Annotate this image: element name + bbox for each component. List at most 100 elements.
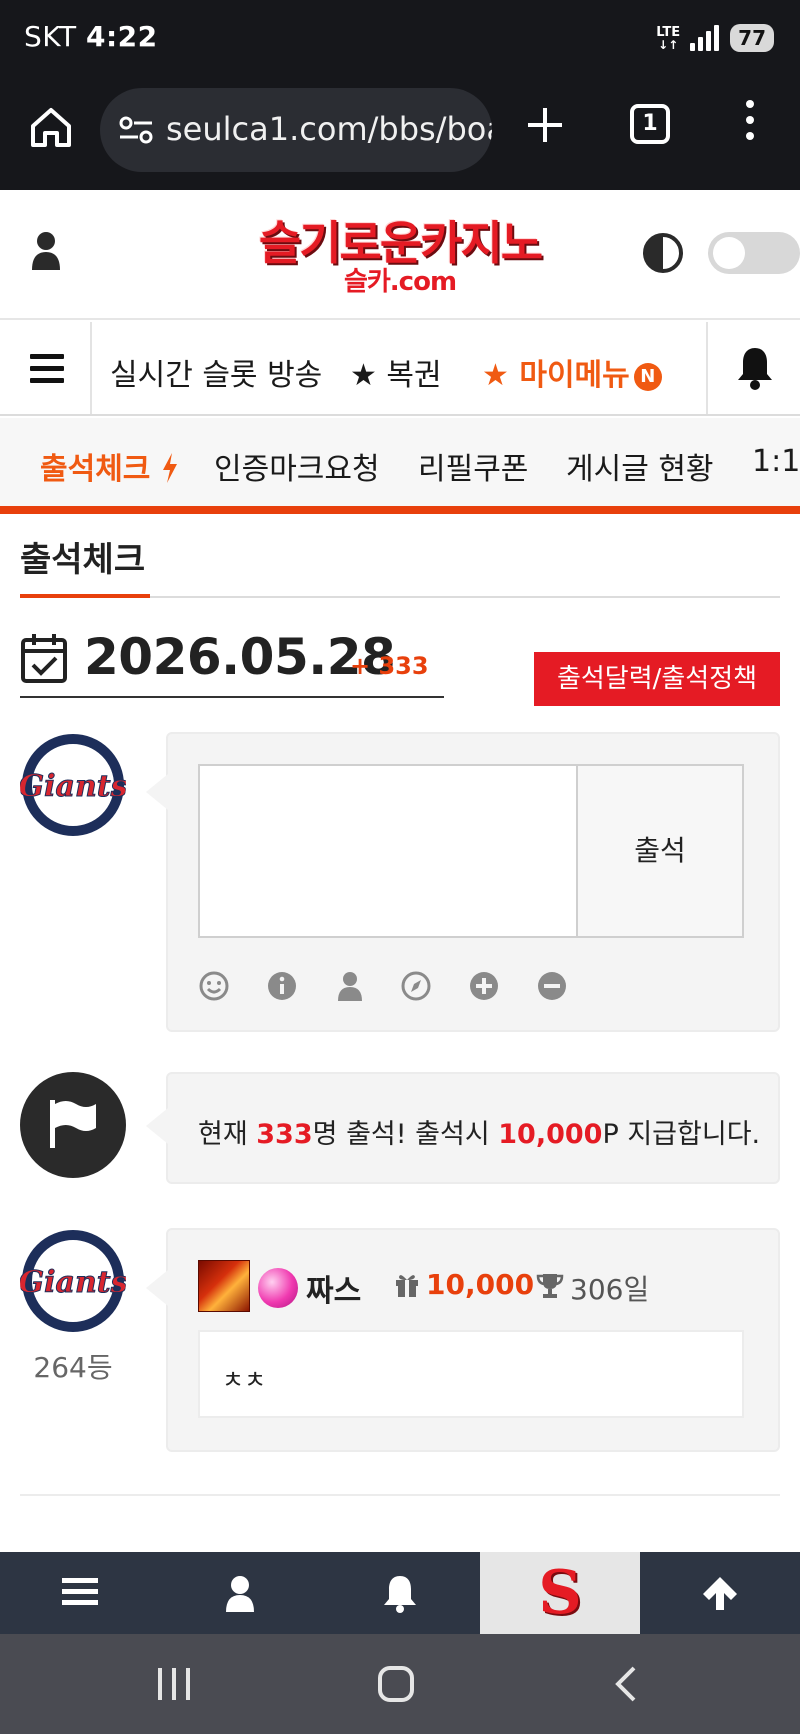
network-label: LTE (656, 24, 681, 40)
comment-points: 10,000 (426, 1268, 535, 1301)
notice-count: 333 (256, 1119, 313, 1150)
attendance-policy-button[interactable]: 출석달력/출석정책 (534, 652, 780, 706)
tab-switcher-button[interactable]: 1 (630, 104, 670, 144)
attendance-date: 2026.05.28 (84, 628, 396, 686)
main-nav-items: 실시간 슬롯 방송 ★ 복권 ★ 마이메뉴 N (92, 322, 706, 414)
subnav-item-cert-mark[interactable]: 인증마크요청 (214, 444, 380, 488)
minus-circle-icon[interactable] (536, 970, 568, 1002)
bubble-tail (146, 1108, 168, 1144)
flag-icon (50, 1100, 96, 1148)
divider (20, 1494, 780, 1496)
bottom-toolbar: S (0, 1552, 800, 1634)
notice-prefix: 현재 (198, 1119, 257, 1150)
nav-item-my-menu[interactable]: ★ 마이메뉴 N (482, 350, 662, 394)
subnav-item-attendance[interactable]: 출석체크 (40, 444, 179, 488)
status-carrier-time: SKT 4:22 (24, 20, 158, 53)
site-settings-icon[interactable] (118, 114, 154, 146)
clock: 4:22 (85, 20, 158, 53)
bottom-menu-button[interactable] (0, 1552, 160, 1634)
notice-mid: 명 출석! 출석시 (312, 1119, 499, 1150)
sub-nav: 출석체크 인증마크요청 리필쿠폰 게시글 현황 1:1 (0, 418, 800, 510)
notice-text: 현재 333명 출석! 출석시 10,000P 지급합니다. (198, 1112, 760, 1151)
system-home-button[interactable] (378, 1666, 414, 1702)
gift-icon (396, 1275, 418, 1297)
compass-icon[interactable] (400, 970, 432, 1002)
page-title: 출석체크 (20, 540, 146, 580)
arrow-up-icon (703, 1577, 737, 1610)
recents-button[interactable] (158, 1668, 190, 1700)
nav-item-my-menu-label: ★ 마이메뉴 (482, 358, 630, 393)
menu-button[interactable] (0, 322, 92, 414)
site-header: 슬기로운카지노 슬카.com (0, 190, 800, 320)
address-bar[interactable]: seulca1.com/bbs/board.php (100, 88, 492, 172)
attendance-notice: 현재 333명 출석! 출석시 10,000P 지급합니다. (146, 1072, 780, 1184)
svg-text:Giants: Giants (20, 1265, 126, 1300)
logo-main-text: 슬기로운카지노 (258, 216, 543, 270)
notice-avatar (20, 1072, 126, 1178)
lightning-icon (162, 453, 177, 483)
giants-logo-icon: Giants (20, 1230, 126, 1332)
nav-item-live-slot[interactable]: 실시간 슬롯 방송 (110, 350, 322, 394)
back-icon[interactable] (606, 1664, 646, 1704)
notice-suffix: P 지급합니다. (602, 1119, 761, 1150)
form-toolbar (198, 970, 566, 1004)
smile-icon[interactable] (198, 970, 230, 1002)
rank-label: 264등 (33, 1351, 113, 1384)
home-icon (31, 108, 71, 147)
bottom-user-button[interactable] (160, 1552, 320, 1634)
attendance-form: 출석 (146, 732, 780, 1032)
url-text[interactable]: seulca1.com/bbs/board.php (166, 110, 492, 148)
date-row: 2026.05.28 + 333 (20, 626, 444, 698)
notification-button[interactable] (706, 322, 800, 414)
user-icon (226, 1576, 254, 1612)
new-tab-button[interactable] (524, 104, 566, 146)
plus-circle-icon[interactable] (468, 970, 500, 1002)
status-bar: SKT 4:22 LTE ↓↑ 77 (0, 0, 800, 76)
logo-sub-text: 슬카.com (343, 267, 457, 297)
notice-points: 10,000 (498, 1119, 603, 1150)
attend-submit-button[interactable]: 출석 (576, 764, 744, 938)
lte-icon: LTE ↓↑ (656, 24, 681, 52)
comment-text: ㅊㅊ (222, 1366, 267, 1394)
calendar-check-icon (21, 634, 67, 683)
site-logo[interactable]: 슬기로운카지노 슬카.com (248, 218, 552, 296)
subnav-item-refill-coupon[interactable]: 리필쿠폰 (418, 444, 528, 488)
plus-icon (528, 108, 562, 142)
contrast-icon[interactable] (642, 232, 684, 274)
carrier-label: SKT (24, 20, 77, 53)
more-options-icon[interactable] (744, 100, 756, 150)
scroll-top-button[interactable] (640, 1552, 800, 1634)
level-icon (198, 1260, 250, 1312)
avatar: Giants (20, 732, 126, 838)
new-badge: N (633, 362, 662, 391)
avatar: Giants (20, 1228, 126, 1334)
s-logo-icon: S (538, 1558, 582, 1628)
giants-logo-icon: Giants (20, 734, 126, 836)
subnav-item-one-on-one[interactable]: 1:1 (752, 444, 800, 479)
status-indicators: LTE ↓↑ 77 (656, 22, 774, 54)
dark-mode-toggle[interactable] (708, 232, 800, 274)
signal-icon (690, 25, 720, 51)
user-icon[interactable] (30, 230, 62, 270)
comment-nickname[interactable]: 짜스 (306, 1266, 361, 1310)
bottom-notification-button[interactable] (320, 1552, 480, 1634)
nav-item-lottery[interactable]: ★ 복권 (350, 350, 442, 394)
member-grade-icon (258, 1268, 298, 1308)
subnav-item-post-status[interactable]: 게시글 현황 (566, 444, 714, 488)
bottom-site-logo-button[interactable]: S (480, 1552, 640, 1634)
hamburger-icon (30, 354, 64, 390)
comment-textarea[interactable] (198, 764, 578, 938)
browser-home-button[interactable] (28, 104, 74, 150)
main-nav: 실시간 슬롯 방송 ★ 복권 ★ 마이메뉴 N (0, 322, 800, 416)
bell-icon (384, 1576, 416, 1613)
bell-icon (738, 348, 772, 390)
svg-text:Giants: Giants (20, 769, 126, 804)
attendance-count: + 333 (350, 652, 429, 680)
battery-icon: 77 (730, 24, 774, 52)
sub-nav-underline (0, 506, 800, 514)
info-icon[interactable] (266, 970, 298, 1002)
user-icon[interactable] (334, 970, 366, 1002)
comment-body: ㅊㅊ (198, 1330, 744, 1418)
trophy-icon (536, 1274, 564, 1298)
hamburger-icon (62, 1578, 98, 1605)
